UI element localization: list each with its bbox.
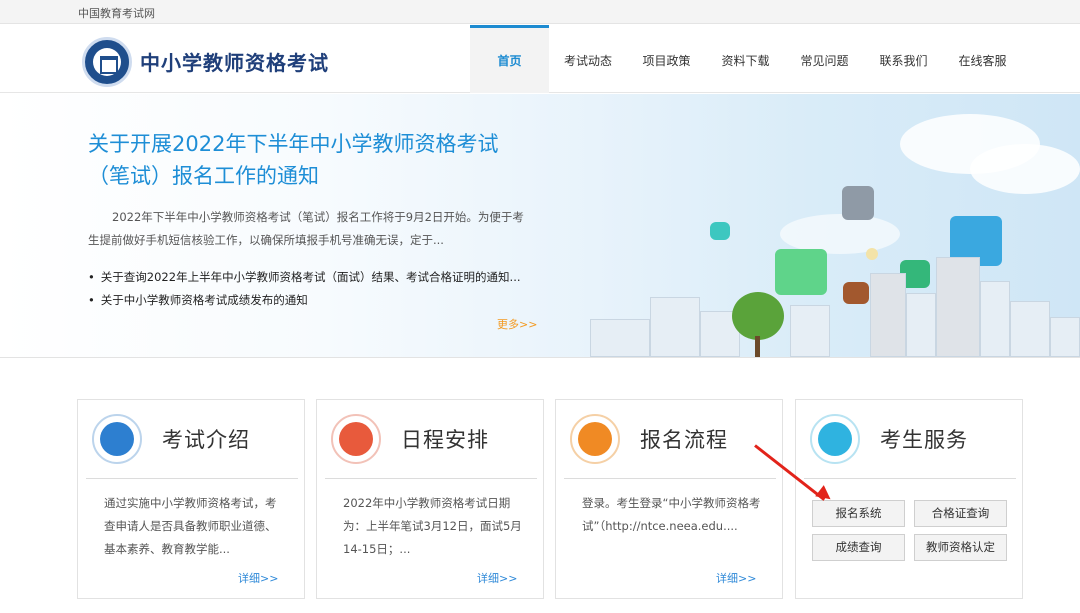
- card-text: 2022年中小学教师资格考试日期为：上半年笔试3月12日，面试5月14-15日；…: [343, 496, 522, 556]
- divider: [804, 478, 1016, 479]
- form-pen-icon: [570, 414, 620, 464]
- piano-cube-icon: [842, 186, 874, 220]
- nav-home[interactable]: 首页: [470, 25, 549, 93]
- city-building: [790, 305, 830, 357]
- news-banner: 关于开展2022年下半年中小学教师资格考试（笔试）报名工作的通知 2022年下半…: [0, 94, 1080, 358]
- city-building: [1010, 301, 1050, 357]
- tiny-cube-icon: [866, 248, 878, 260]
- detail-link[interactable]: 详细>>: [716, 570, 756, 586]
- card-text: 通过实施中小学教师资格考试，考查申请人是否具备教师职业道德、基本素养、教育教学能…: [104, 496, 277, 556]
- city-building: [980, 281, 1010, 357]
- detail-link[interactable]: 详细>>: [238, 570, 278, 586]
- page-title[interactable]: 中小学教师资格考试: [140, 47, 329, 76]
- logo-icon[interactable]: [82, 37, 132, 87]
- divider: [325, 478, 537, 479]
- nav-downloads[interactable]: 资料下载: [706, 25, 785, 93]
- score-query-button[interactable]: 成绩查询: [812, 534, 905, 561]
- certificate-query-button[interactable]: 合格证查询: [914, 500, 1007, 527]
- main-nav: 首页 考试动态 项目政策 资料下载 常见问题 联系我们 在线客服: [470, 25, 1022, 93]
- tree-decoration: [732, 292, 784, 340]
- more-link[interactable]: 更多>>: [497, 316, 537, 332]
- small-cube-icon: [710, 222, 730, 240]
- card-schedule: 日程安排 2022年中小学教师资格考试日期为：上半年笔试3月12日，面试5月14…: [316, 399, 544, 599]
- nav-policy[interactable]: 项目政策: [627, 25, 706, 93]
- card-text: 登录。考生登录“中小学教师资格考试”（http://ntce.neea.edu.…: [582, 496, 761, 533]
- header: 中小学教师资格考试 首页 考试动态 项目政策 资料下载 常见问题 联系我们 在线…: [0, 25, 1080, 93]
- card-registration-process: 报名流程 登录。考生登录“中小学教师资格考试”（http://ntce.neea…: [555, 399, 783, 599]
- detail-link[interactable]: 详细>>: [477, 570, 517, 586]
- tree-trunk: [755, 336, 760, 357]
- divider: [564, 478, 776, 479]
- camera-cube-icon: [843, 282, 869, 304]
- news-list: 关于查询2022年上半年中小学教师资格考试（面试）结果、考试合格证明的通知...…: [88, 266, 528, 312]
- city-building: [906, 293, 936, 357]
- card-title: 考生服务: [880, 428, 968, 452]
- contacts-book-icon: [810, 414, 860, 464]
- checkmark-icon: [331, 414, 381, 464]
- city-building: [650, 297, 700, 357]
- city-building: [936, 257, 980, 357]
- city-building: [870, 273, 906, 357]
- news-item[interactable]: 关于查询2022年上半年中小学教师资格考试（面试）结果、考试合格证明的通知...: [88, 266, 528, 289]
- cloud-decoration: [780, 214, 900, 254]
- teacher-qualification-button[interactable]: 教师资格认定: [914, 534, 1007, 561]
- site-name[interactable]: 中国教育考试网: [78, 5, 155, 21]
- nav-contact[interactable]: 联系我们: [864, 25, 943, 93]
- city-building: [1050, 317, 1080, 357]
- card-title: 日程安排: [401, 428, 489, 452]
- top-strip: 中国教育考试网: [0, 0, 1080, 24]
- news-item[interactable]: 关于中小学教师资格考试成绩发布的通知: [88, 289, 528, 312]
- nav-online-service[interactable]: 在线客服: [943, 25, 1022, 93]
- card-exam-intro: 考试介绍 通过实施中小学教师资格考试，考查申请人是否具备教师职业道德、基本素养、…: [77, 399, 305, 599]
- divider: [86, 478, 298, 479]
- document-pen-icon: [92, 414, 142, 464]
- card-title: 考试介绍: [162, 428, 250, 452]
- nav-faq[interactable]: 常见问题: [785, 25, 864, 93]
- city-building: [590, 319, 650, 357]
- tv-cube-icon: [775, 249, 827, 295]
- card-title: 报名流程: [640, 428, 728, 452]
- banner-headline[interactable]: 关于开展2022年下半年中小学教师资格考试（笔试）报名工作的通知: [88, 128, 528, 192]
- cloud-decoration: [970, 144, 1080, 194]
- banner-summary: 2022年下半年中小学教师资格考试（笔试）报名工作将于9月2日开始。为便于考生提…: [88, 210, 524, 247]
- nav-exam-news[interactable]: 考试动态: [549, 25, 627, 93]
